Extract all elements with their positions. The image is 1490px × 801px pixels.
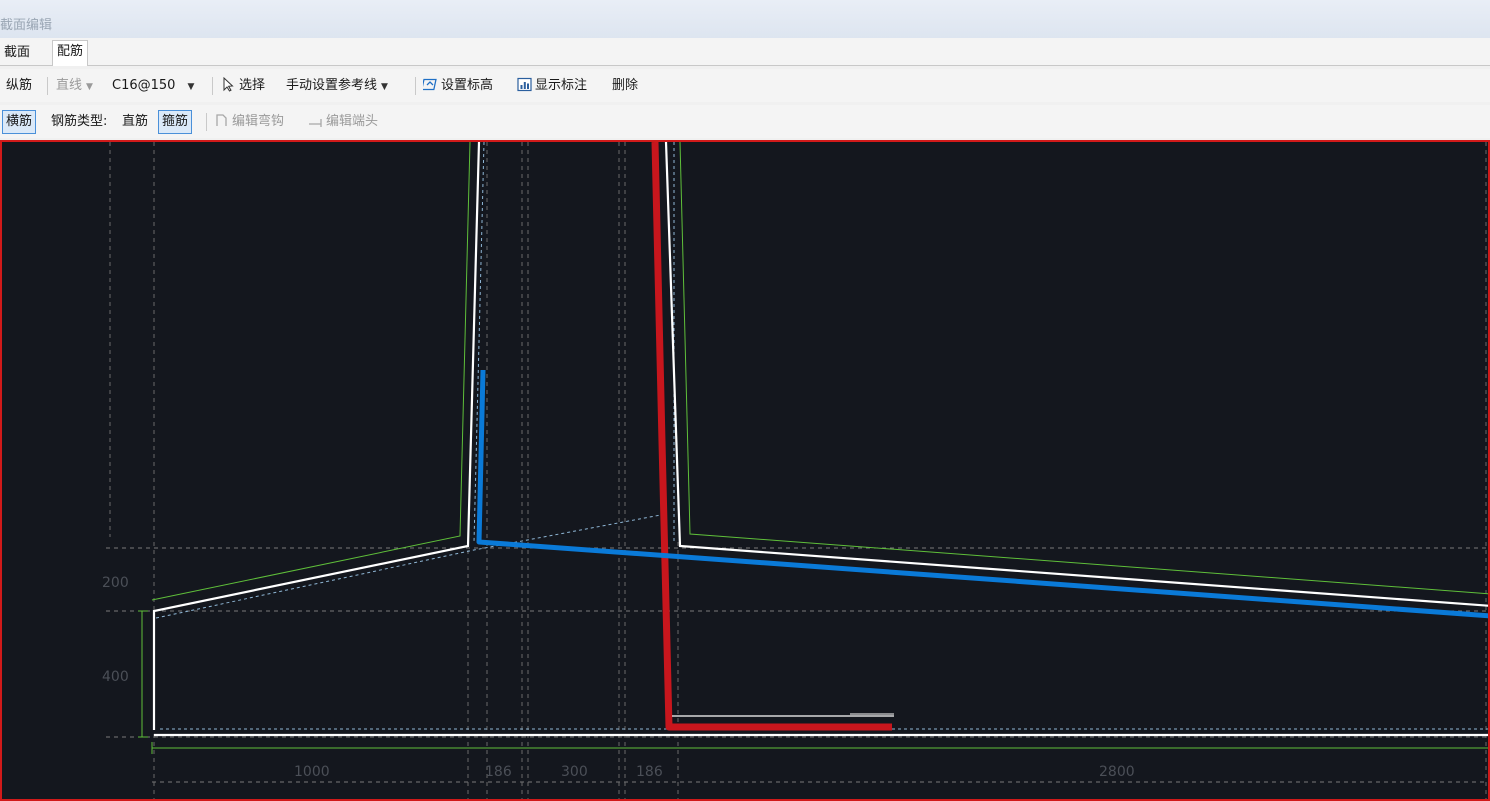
blue-rebar[interactable] xyxy=(476,369,1490,619)
manual-ref-line-label: 手动设置参考线 xyxy=(286,78,378,93)
edit-end-label: 编辑端头 xyxy=(326,114,379,129)
dim-text-186-left: 186 xyxy=(485,764,512,780)
toolbar-primary: 纵筋 直线 ▼ C16@150 ▼ 选择 手动设置参考线 ▼ 设置标高 显示标注 删除 xyxy=(0,69,1490,102)
dim-text-186-right: 186 xyxy=(636,764,663,780)
line-mode-label: 直线 xyxy=(56,78,83,93)
set-elevation-label: 设置标高 xyxy=(441,78,494,93)
chevron-down-icon: ▼ xyxy=(381,82,388,92)
dim-text-200: 200 xyxy=(102,575,129,591)
dim-text-400: 400 xyxy=(102,669,129,685)
tab-section[interactable]: 截面 xyxy=(0,42,34,64)
toolbar-separator xyxy=(212,77,213,95)
line-mode-dropdown[interactable]: 直线 ▼ xyxy=(56,75,93,97)
delete-button[interactable]: 删除 xyxy=(612,75,638,97)
transverse-button[interactable]: 横筋 xyxy=(2,110,37,134)
dim-text-1000: 1000 xyxy=(294,764,330,780)
tab-reinforcement[interactable]: 配筋 xyxy=(52,40,89,66)
dim-text-2800: 2800 xyxy=(1099,764,1135,780)
dim-text-300: 300 xyxy=(561,764,588,780)
toolbar-separator xyxy=(47,77,48,95)
window-title: 截面编辑 xyxy=(0,18,53,33)
concrete-outline xyxy=(152,142,1488,737)
dimension-lines xyxy=(138,142,1488,754)
dimension-chart-icon xyxy=(517,77,532,92)
rebar-type-label: 钢筋类型: xyxy=(51,114,108,129)
elevation-icon xyxy=(423,78,437,91)
longitudinal-button[interactable]: 纵筋 xyxy=(6,75,32,97)
reference-lines-vertical xyxy=(109,142,1487,799)
rebar-spec-value: C16@150 xyxy=(112,78,176,93)
reference-lines-horizontal xyxy=(106,547,1488,783)
manual-ref-line-dropdown[interactable]: 手动设置参考线 ▼ xyxy=(286,75,388,97)
end-anchor-icon xyxy=(309,119,322,127)
select-button[interactable]: 选择 xyxy=(221,75,265,97)
window-titlebar: 截面编辑 xyxy=(0,0,1490,39)
red-rebar[interactable] xyxy=(651,142,892,731)
hook-icon xyxy=(216,114,227,126)
edit-hook-label: 编辑弯钩 xyxy=(232,114,285,129)
drawing-canvas[interactable]: 200 400 1000 186 300 186 2800 xyxy=(0,140,1490,801)
edit-hook-button[interactable]: 编辑弯钩 xyxy=(214,111,284,133)
straight-bar-button[interactable]: 直筋 xyxy=(122,111,148,133)
toolbar-separator xyxy=(415,77,416,95)
tab-bar: 截面 配筋 xyxy=(0,38,1490,66)
select-label: 选择 xyxy=(239,78,266,93)
chevron-down-icon: ▼ xyxy=(187,82,195,92)
section-drawing: 200 400 1000 186 300 186 2800 xyxy=(102,142,1490,799)
edit-end-button[interactable]: 编辑端头 xyxy=(308,111,378,133)
rebar-spec-dropdown[interactable]: C16@150 ▼ xyxy=(112,75,194,97)
show-dimensions-label: 显示标注 xyxy=(535,78,588,93)
set-elevation-button[interactable]: 设置标高 xyxy=(423,75,493,97)
inner-cover-outline xyxy=(155,142,1488,730)
show-dimensions-button[interactable]: 显示标注 xyxy=(517,75,587,97)
stirrup-button[interactable]: 箍筋 xyxy=(158,110,193,134)
chevron-down-icon: ▼ xyxy=(86,82,93,92)
toolbar-separator xyxy=(206,113,207,131)
cursor-arrow-icon xyxy=(223,77,234,92)
toolbar-secondary: 横筋 钢筋类型: 直筋 箍筋 编辑弯钩 编辑端头 xyxy=(0,105,1490,138)
